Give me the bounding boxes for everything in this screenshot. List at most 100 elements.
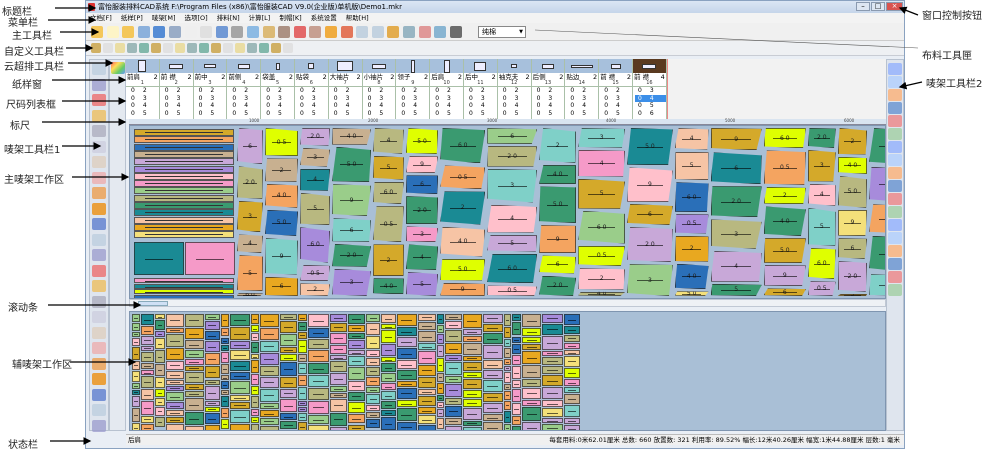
aux-piece[interactable] (165, 409, 185, 417)
aux-piece[interactable] (463, 355, 482, 361)
piece-thumbnail[interactable] (159, 59, 193, 73)
menu-item[interactable]: 纸样[P] (121, 13, 143, 23)
aux-piece[interactable] (260, 377, 279, 388)
toolbar-button[interactable] (371, 26, 384, 38)
aux-marker-area[interactable] (129, 311, 886, 431)
marker-tool-button[interactable] (888, 115, 902, 127)
aux-piece[interactable] (563, 356, 581, 367)
marker-piece[interactable]: 9 (440, 282, 486, 296)
aux-piece[interactable] (503, 390, 511, 400)
marker-strip[interactable] (134, 223, 234, 231)
aux-piece[interactable] (482, 323, 503, 332)
marker-piece[interactable]: 6 0 (300, 227, 331, 263)
aux-piece[interactable] (511, 366, 522, 380)
aux-piece[interactable] (445, 330, 463, 343)
aux-piece[interactable] (445, 314, 463, 320)
marker-piece[interactable]: 2 (763, 186, 806, 205)
size-row[interactable]: 06 (635, 110, 666, 118)
aux-piece[interactable] (563, 343, 581, 349)
marker-piece[interactable]: 2 (837, 128, 868, 155)
aux-piece[interactable] (221, 389, 229, 395)
piece-card[interactable]: 贴边 2 14 0 2 0 3 0 4 0 5 (565, 59, 600, 119)
marker-piece[interactable]: 2 (440, 191, 486, 225)
piece-card[interactable]: 袖克夫 2 12 0 2 0 3 0 4 0 5 (497, 59, 532, 119)
aux-piece[interactable] (463, 389, 482, 399)
marker-piece[interactable]: 6 (710, 152, 762, 185)
aux-piece[interactable] (204, 406, 221, 413)
piece-thumbnail[interactable] (126, 59, 159, 73)
aux-piece[interactable] (348, 414, 366, 424)
aux-piece[interactable] (298, 413, 308, 422)
aux-piece[interactable] (436, 333, 445, 345)
marker-piece[interactable]: 0 5 (373, 206, 404, 243)
aux-piece[interactable] (482, 370, 503, 379)
aux-piece[interactable] (329, 399, 348, 412)
marker-strip[interactable] (134, 129, 234, 136)
piece-card[interactable]: 大袖片 2 7 0 2 0 3 0 4 0 5 (328, 59, 363, 119)
marker-piece[interactable]: 0 5 (300, 264, 331, 282)
aux-piece[interactable] (366, 323, 381, 336)
marker-piece[interactable] (185, 242, 235, 275)
aux-piece[interactable] (204, 425, 221, 430)
size-row[interactable]: 04 (365, 102, 396, 110)
marker-strip[interactable] (134, 150, 234, 158)
aux-piece[interactable] (436, 409, 445, 418)
size-row[interactable]: 04 (297, 102, 328, 110)
aux-piece[interactable] (522, 336, 542, 343)
aux-piece[interactable] (445, 397, 463, 405)
custom-toolbar-button[interactable] (235, 43, 245, 53)
marker-piece[interactable]: 3 (237, 200, 263, 233)
aux-piece[interactable] (165, 379, 185, 385)
aux-piece[interactable] (542, 323, 563, 335)
marker-piece[interactable]: 4 (869, 128, 885, 165)
aux-piece[interactable] (396, 360, 417, 369)
aux-piece[interactable] (445, 417, 463, 426)
aux-piece[interactable] (366, 350, 381, 358)
aux-piece[interactable] (542, 314, 563, 323)
aux-piece[interactable] (221, 327, 229, 337)
aux-piece[interactable] (463, 314, 482, 328)
marker-piece[interactable]: 2 0 (710, 186, 762, 218)
size-row[interactable]: 04 (534, 102, 565, 110)
aux-piece[interactable] (251, 314, 260, 325)
size-list[interactable]: 03040506 (633, 86, 666, 119)
custom-toolbar-button[interactable] (211, 43, 221, 53)
aux-piece[interactable] (185, 359, 204, 365)
aux-piece[interactable] (308, 338, 329, 349)
marker-piece[interactable]: 5 0 (332, 146, 372, 183)
aux-piece[interactable] (463, 361, 482, 372)
custom-toolbar-button[interactable] (271, 43, 281, 53)
aux-piece[interactable] (436, 372, 445, 383)
aux-piece[interactable] (436, 358, 445, 372)
piece-card[interactable]: 前侧 2 4 0 2 0 3 0 4 0 5 (227, 59, 262, 119)
aux-piece[interactable] (155, 320, 165, 330)
aux-piece[interactable] (522, 350, 542, 365)
marker-piece[interactable]: 2 (869, 274, 885, 296)
aux-piece[interactable] (348, 324, 366, 332)
aux-piece[interactable] (542, 387, 563, 400)
aux-piece[interactable] (185, 365, 204, 372)
aux-piece[interactable] (503, 411, 511, 424)
aux-piece[interactable] (511, 336, 522, 343)
marker-strip[interactable] (134, 158, 234, 166)
aux-piece[interactable] (563, 394, 581, 405)
aux-piece[interactable] (308, 363, 329, 375)
aux-piece[interactable] (298, 322, 308, 331)
size-row[interactable]: 04 (196, 102, 227, 110)
aux-piece[interactable] (511, 403, 522, 415)
aux-piece[interactable] (396, 387, 417, 399)
aux-piece[interactable] (366, 411, 381, 419)
marker-piece[interactable]: 6 (539, 255, 577, 274)
piece-thumbnail[interactable] (193, 59, 227, 73)
aux-piece[interactable] (396, 347, 417, 360)
aux-piece[interactable] (298, 314, 308, 322)
aux-piece[interactable] (503, 326, 511, 339)
aux-piece[interactable] (329, 322, 348, 332)
aux-piece[interactable] (381, 314, 396, 324)
aux-piece[interactable] (482, 332, 503, 345)
piece-card[interactable]: 贴袋 2 6 0 2 0 3 0 4 0 5 (295, 59, 329, 119)
size-row[interactable]: 03 (196, 95, 227, 103)
piece-card[interactable]: 袋盖 2 5 0 2 0 3 0 4 0 5 (261, 59, 295, 119)
aux-piece[interactable] (308, 425, 329, 430)
aux-piece[interactable] (445, 354, 463, 362)
